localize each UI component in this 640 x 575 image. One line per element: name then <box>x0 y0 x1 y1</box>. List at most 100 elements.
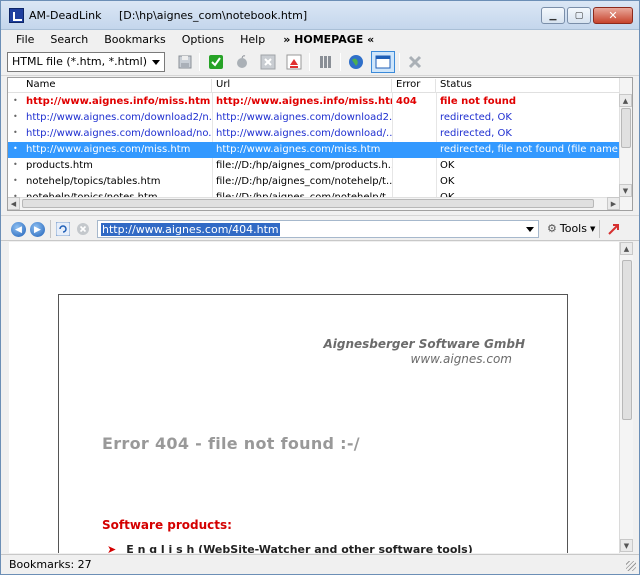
apple-icon <box>237 55 247 68</box>
menu-search[interactable]: Search <box>42 33 96 46</box>
page-viewer[interactable]: Aignesberger Software GmbH www.aignes.co… <box>9 242 619 553</box>
address-value: http://www.aignes.com/404.htm <box>101 223 280 236</box>
menu-help[interactable]: Help <box>232 33 273 46</box>
cell-status: redirected, OK <box>440 112 512 123</box>
menu-file[interactable]: File <box>8 33 42 46</box>
close-window-button[interactable]: ✕ <box>593 7 633 24</box>
close-icon <box>260 54 276 70</box>
cell-name: http://www.aignes.com/miss.htm <box>26 144 191 155</box>
scroll-right-icon[interactable]: ▶ <box>607 197 620 210</box>
delete-button[interactable] <box>405 52 425 72</box>
globe-button[interactable] <box>346 52 366 72</box>
products-heading: Software products: <box>102 518 232 532</box>
check-links-button[interactable] <box>206 52 226 72</box>
column-header-error[interactable]: Error <box>392 79 436 93</box>
cell-status: file not found <box>440 96 516 107</box>
minimize-button[interactable]: ▁ <box>541 7 565 24</box>
apple-button[interactable] <box>232 52 252 72</box>
tools-label: Tools <box>559 222 587 235</box>
hscroll-thumb[interactable] <box>22 199 594 208</box>
table-horizontal-scrollbar[interactable]: ◀ ▶ <box>8 197 620 210</box>
cell-url: http://www.aignes.info/miss.htm <box>216 96 392 107</box>
row-marker-icon: • <box>13 112 18 121</box>
menu-homepage[interactable]: » HOMEPAGE « <box>273 33 374 46</box>
window-controls: ▁ ▢ ✕ <box>541 7 633 24</box>
bookmarks-count: Bookmarks: 27 <box>9 558 92 571</box>
row-marker-icon: • <box>13 96 18 105</box>
scroll-up-icon[interactable]: ▲ <box>620 242 633 255</box>
browser-toolbar: ◀ ▶ http://www.aignes.com/404.htm ⚙ Tool… <box>1 215 639 241</box>
cell-status: redirected, file not found (file name / … <box>440 144 620 155</box>
table-header: Name Url Error Status <box>8 78 620 93</box>
resize-grip-icon[interactable] <box>626 561 636 571</box>
filetype-select[interactable]: HTML file (*.htm, *.html) <box>7 52 165 72</box>
window-title: AM-DeadLink [D:\hp\aignes_com\notebook.h… <box>29 9 308 22</box>
stop-button[interactable] <box>258 52 278 72</box>
page-content: Aignesberger Software GmbH www.aignes.co… <box>58 294 568 553</box>
row-marker-icon: • <box>13 160 18 169</box>
cell-status: OK <box>440 160 455 171</box>
table-row[interactable]: • http://www.aignes.com/download/no... htt… <box>8 126 620 142</box>
homepage-icon <box>286 54 302 70</box>
menu-bookmarks[interactable]: Bookmarks <box>96 33 173 46</box>
table-row[interactable]: • http://www.aignes.info/miss.htm http://w… <box>8 94 620 110</box>
row-marker-icon: • <box>13 144 18 153</box>
table-row[interactable]: • http://www.aignes.com/miss.htm http://ww… <box>8 142 620 158</box>
refresh-icon[interactable] <box>55 221 71 237</box>
company-url: www.aignes.com <box>410 352 512 366</box>
tools-button[interactable]: ⚙ Tools ▼ <box>547 222 595 235</box>
viewer-vertical-scrollbar[interactable]: ▲ ▼ <box>619 242 633 553</box>
product-link[interactable]: ➤ E n g l i s h (WebSite-Watcher and othe… <box>107 543 473 553</box>
row-marker-icon: • <box>13 176 18 185</box>
cell-url: http://www.aignes.com/download2... <box>216 112 392 123</box>
column-header-name[interactable]: Name <box>22 79 212 93</box>
title-bar: AM-DeadLink [D:\hp\aignes_com\notebook.h… <box>1 1 639 30</box>
scroll-down-icon[interactable]: ▼ <box>620 539 633 552</box>
delete-icon <box>408 55 422 69</box>
app-window: AM-DeadLink [D:\hp\aignes_com\notebook.h… <box>0 0 640 575</box>
chevron-down-icon <box>152 60 160 65</box>
scroll-left-icon[interactable]: ◀ <box>8 197 20 210</box>
column-header-status[interactable]: Status <box>436 79 620 93</box>
bullet-arrow-icon: ➤ <box>107 543 117 553</box>
columns-button[interactable] <box>316 52 336 72</box>
table-row[interactable]: • products.htm file://D:/hp/aignes_com/pro… <box>8 158 620 174</box>
row-marker-icon: • <box>13 128 18 137</box>
table-row[interactable]: • notehelp/topics/tables.htm file://D:/hp/… <box>8 174 620 190</box>
globe-icon <box>349 55 363 69</box>
table-row[interactable]: • http://www.aignes.com/download2/n... htt… <box>8 110 620 126</box>
status-bar: Bookmarks: 27 <box>1 554 639 574</box>
scroll-thumb[interactable] <box>621 108 631 148</box>
checkmark-icon <box>209 55 223 69</box>
homepage-button[interactable] <box>284 52 304 72</box>
browser-window-button[interactable] <box>371 51 395 73</box>
address-input[interactable]: http://www.aignes.com/404.htm <box>97 220 539 238</box>
open-external-icon[interactable] <box>606 221 622 237</box>
column-header-url[interactable]: Url <box>212 79 392 93</box>
gear-icon: ⚙ <box>547 222 557 235</box>
save-icon <box>178 55 192 69</box>
viewer-scroll-thumb[interactable] <box>622 260 632 420</box>
columns-icon <box>320 56 331 68</box>
forward-icon[interactable]: ▶ <box>30 222 45 237</box>
scroll-down-icon[interactable]: ▼ <box>619 184 632 197</box>
product-link-label: E n g l i s h (WebSite-Watcher and other… <box>126 543 473 553</box>
scroll-up-icon[interactable]: ▲ <box>619 94 632 107</box>
cell-status: OK <box>440 176 455 187</box>
menu-bar: File Search Bookmarks Options Help » HOM… <box>1 30 639 48</box>
stop-loading-icon[interactable] <box>76 222 90 236</box>
maximize-button[interactable]: ▢ <box>567 7 591 24</box>
cell-name: notehelp/topics/tables.htm <box>26 176 161 187</box>
save-button[interactable] <box>175 52 195 72</box>
cell-url: file://D:/hp/aignes_com/products.h... <box>216 160 392 171</box>
table-vertical-scrollbar[interactable]: ▲ ▼ <box>619 78 632 210</box>
error-heading: Error 404 - file not found :-/ <box>102 434 360 453</box>
back-icon[interactable]: ◀ <box>11 222 26 237</box>
chevron-down-icon[interactable] <box>526 227 534 232</box>
menu-options[interactable]: Options <box>174 33 232 46</box>
cell-url: http://www.aignes.com/download/... <box>216 128 392 139</box>
cell-status: redirected, OK <box>440 128 512 139</box>
browser-window-icon <box>375 55 391 69</box>
cell-url: http://www.aignes.com/miss.htm <box>216 144 381 155</box>
cell-name: http://www.aignes.com/download2/n... <box>26 112 212 123</box>
